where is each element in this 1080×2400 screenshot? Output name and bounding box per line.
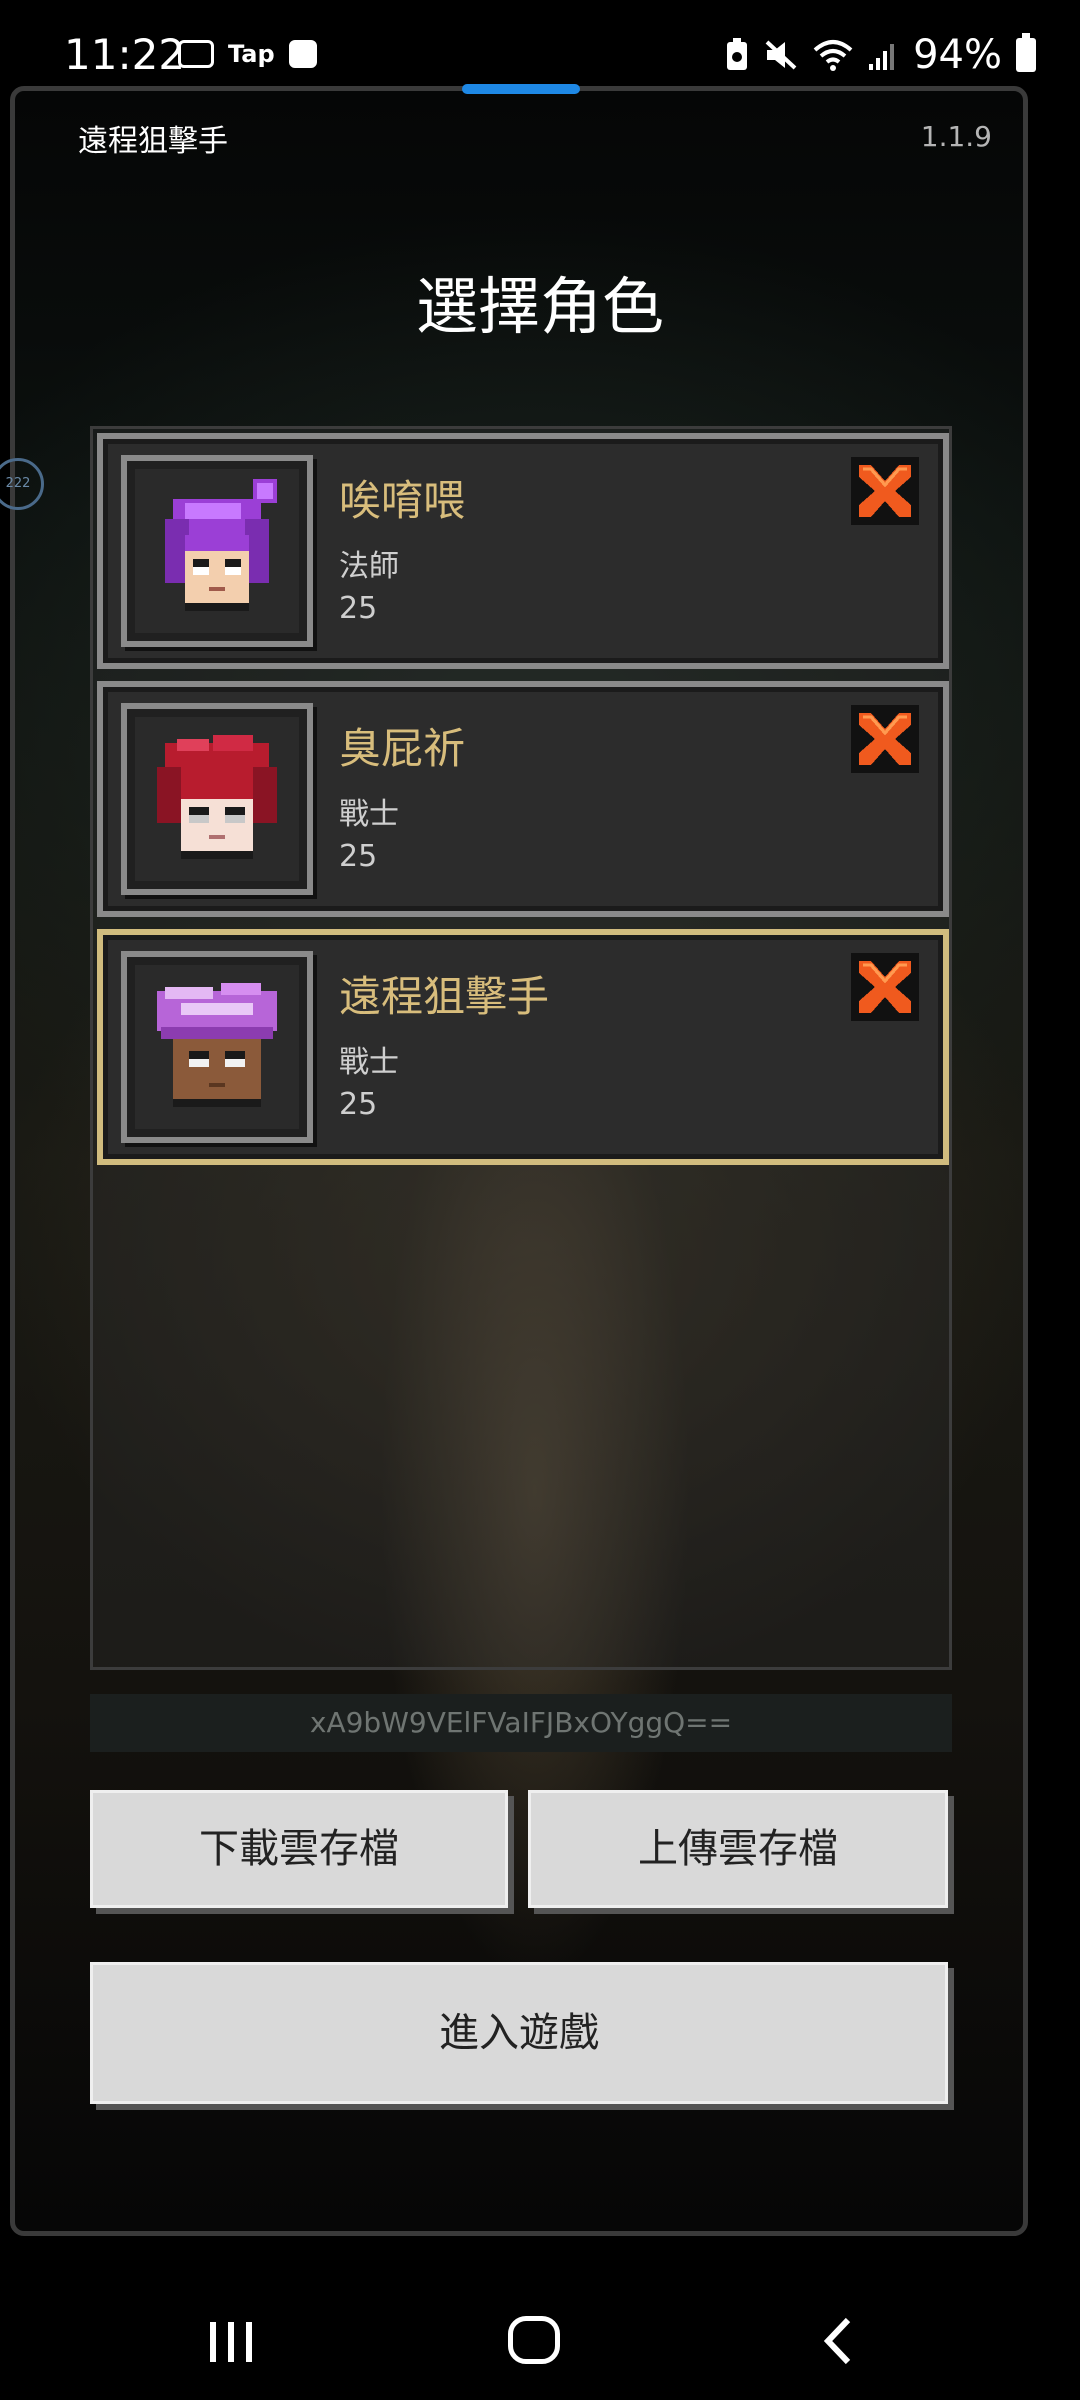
enter-game-button[interactable]: 進入遊戲 <box>90 1962 948 2104</box>
character-list[interactable]: 唉唷喂 法師 25 臭屁祈 戰士 25 遠程狙擊手 戰士 25 <box>90 426 952 1670</box>
delete-character-icon[interactable] <box>851 705 919 773</box>
back-icon[interactable] <box>820 2316 854 2366</box>
upload-cloud-save-button[interactable]: 上傳雲存檔 <box>528 1790 948 1908</box>
app-version: 1.1.9 <box>920 120 992 153</box>
save-code-field[interactable]: xA9bW9VElFVaIFJBxOYggQ== <box>90 1694 952 1752</box>
recent-apps-icon[interactable] <box>208 2320 256 2364</box>
delete-character-icon[interactable] <box>851 953 919 1021</box>
delete-character-icon[interactable] <box>851 457 919 525</box>
character-portrait-mage <box>121 455 313 647</box>
character-level: 25 <box>339 839 378 874</box>
character-class: 戰士 <box>339 1045 399 1080</box>
character-portrait-sniper <box>121 951 313 1143</box>
battery-percent: 94% <box>913 32 1002 78</box>
character-name: 臭屁祈 <box>339 724 466 773</box>
system-nav-bar <box>0 2280 1080 2400</box>
battery-saver-icon <box>727 38 748 70</box>
wifi-icon <box>813 40 853 71</box>
signal-icon <box>869 44 895 70</box>
mute-icon <box>765 40 797 70</box>
page-title: 選擇角色 <box>415 270 664 343</box>
status-time: 11:22 <box>64 30 186 79</box>
character-card-selected[interactable]: 遠程狙擊手 戰士 25 <box>97 929 949 1165</box>
tap-icon: Tap <box>228 40 275 68</box>
home-icon[interactable] <box>508 2316 560 2364</box>
character-class: 戰士 <box>339 797 399 832</box>
character-level: 25 <box>339 591 378 626</box>
character-card[interactable]: 臭屁祈 戰士 25 <box>97 681 949 917</box>
character-level: 25 <box>339 1087 378 1122</box>
character-name: 唉唷喂 <box>339 476 466 525</box>
character-card[interactable]: 唉唷喂 法師 25 <box>97 433 949 669</box>
character-name: 遠程狙擊手 <box>339 972 550 1021</box>
clock-icon <box>288 40 317 68</box>
character-class: 法師 <box>339 549 399 584</box>
battery-icon <box>1016 33 1036 72</box>
status-left-icons: Tap <box>178 40 317 68</box>
app-name: 遠程狙擊手 <box>78 124 228 159</box>
window-drag-handle[interactable] <box>462 84 580 94</box>
camera-icon <box>178 40 214 68</box>
character-portrait-warrior <box>121 703 313 895</box>
status-right-icons: 94% <box>725 32 1036 78</box>
download-cloud-save-button[interactable]: 下載雲存檔 <box>90 1790 508 1908</box>
